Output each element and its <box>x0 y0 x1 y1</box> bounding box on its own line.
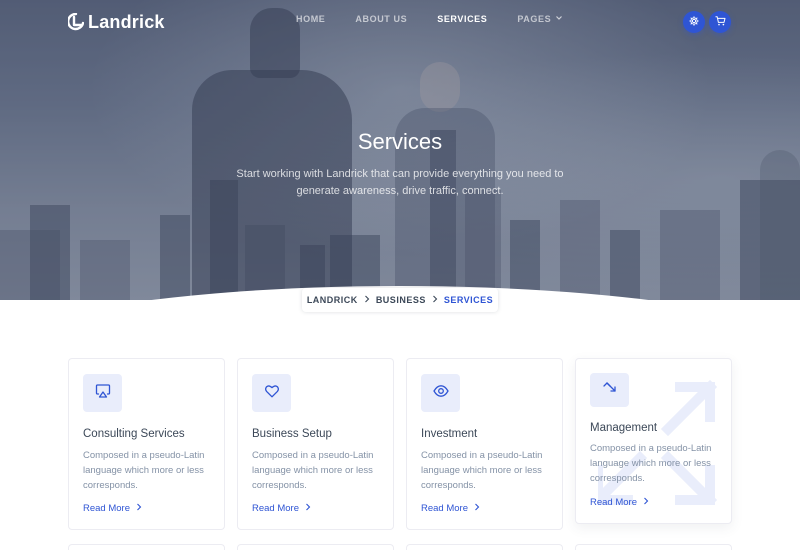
service-card-management: Management Composed in a pseudo-Latin la… <box>575 358 732 524</box>
read-more-link[interactable]: Read More <box>252 503 311 514</box>
nav-item-about-us[interactable]: ABOUT US <box>355 14 407 24</box>
nav-item-pages-label: PAGES <box>517 14 552 24</box>
read-more-label: Read More <box>252 503 299 514</box>
read-more-label: Read More <box>83 503 130 514</box>
service-title: Consulting Services <box>83 428 185 440</box>
service-card-investment: Investment Composed in a pseudo-Latin la… <box>406 358 563 530</box>
chevron-right-icon <box>432 295 438 305</box>
settings-button[interactable] <box>683 11 705 33</box>
nav-item-home[interactable]: HOME <box>296 14 325 24</box>
cart-button[interactable] <box>709 11 731 33</box>
service-description: Composed in a pseudo-Latin language whic… <box>252 450 374 491</box>
page-subtitle: Start working with Landrick that can pro… <box>236 168 564 197</box>
service-title: Investment <box>421 428 478 440</box>
brand-name: Landrick <box>88 11 165 32</box>
service-description: Composed in a pseudo-Latin language whic… <box>421 450 543 491</box>
service-card-next-row <box>68 544 225 550</box>
breadcrumb-item-services: SERVICES <box>443 295 494 305</box>
nav-item-services[interactable]: SERVICES <box>437 14 487 24</box>
heart-icon <box>264 383 280 404</box>
read-more-link[interactable]: Read More <box>590 497 649 508</box>
service-description: Composed in a pseudo-Latin language whic… <box>590 443 712 484</box>
service-card-next-row <box>406 544 563 550</box>
service-title: Business Setup <box>252 428 332 440</box>
breadcrumb-item-business[interactable]: BUSINESS <box>376 295 426 305</box>
read-more-link[interactable]: Read More <box>421 503 480 514</box>
landrick-logo-icon <box>66 12 85 31</box>
read-more-label: Read More <box>421 503 468 514</box>
chevron-right-icon <box>643 497 649 508</box>
service-icon-box <box>421 374 460 412</box>
page-title: Services <box>357 129 443 154</box>
main-nav: HOME ABOUT US SERVICES PAGES <box>296 14 593 24</box>
service-title: Management <box>590 422 658 434</box>
eye-icon <box>432 383 449 404</box>
nav-item-pages[interactable]: PAGES <box>517 14 563 24</box>
chevron-right-icon <box>364 295 370 305</box>
gear-icon <box>689 13 699 31</box>
service-card-business-setup: Business Setup Composed in a pseudo-Lati… <box>237 358 394 530</box>
read-more-label: Read More <box>590 497 637 508</box>
breadcrumb-item-landrick[interactable]: LANDRICK <box>307 295 358 305</box>
maximize-arrows-icon <box>602 380 618 401</box>
chevron-right-icon <box>136 503 142 514</box>
service-icon-box <box>252 374 291 412</box>
chevron-right-icon <box>474 503 480 514</box>
chevron-down-icon <box>555 14 563 24</box>
service-icon-box <box>83 374 122 412</box>
cart-icon <box>715 13 726 31</box>
airplay-icon <box>95 383 111 404</box>
service-description: Composed in a pseudo-Latin language whic… <box>83 450 205 491</box>
service-card-consulting: Consulting Services Composed in a pseudo… <box>68 358 225 530</box>
chevron-right-icon <box>305 503 311 514</box>
service-card-next-row <box>237 544 394 550</box>
service-icon-box <box>590 373 629 407</box>
brand-logo[interactable]: Landrick <box>66 10 165 34</box>
service-card-next-row <box>575 544 732 550</box>
breadcrumb: LANDRICK BUSINESS SERVICES <box>302 288 498 312</box>
read-more-link[interactable]: Read More <box>83 503 142 514</box>
